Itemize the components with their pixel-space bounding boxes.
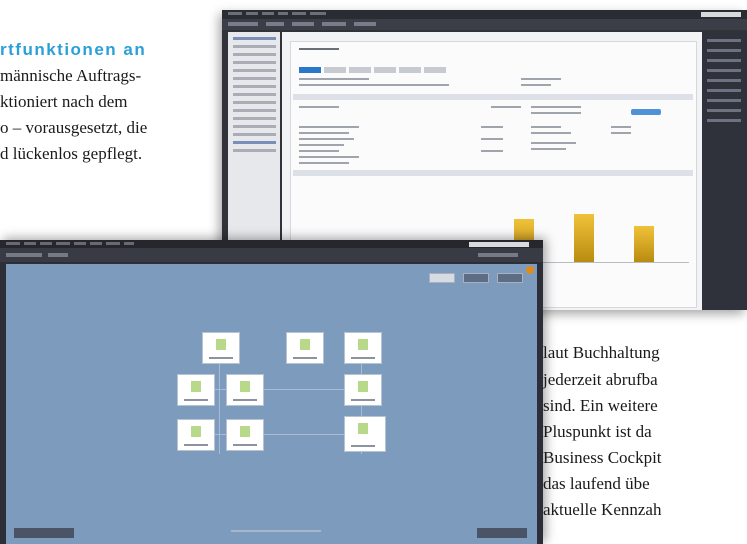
cockpit-screenshot: [0, 240, 543, 544]
view-button[interactable]: [463, 273, 489, 283]
cockpit-tile[interactable]: [177, 419, 215, 451]
search-input[interactable]: [701, 12, 741, 17]
menu-bar: [222, 10, 747, 19]
body-text-line: d lückenlos gepflegt.: [0, 144, 143, 163]
cockpit-tile[interactable]: [202, 332, 240, 364]
cockpit-tile[interactable]: [286, 332, 324, 364]
body-text-line: männische Auftrags-: [0, 66, 142, 85]
actions-sidebar: [702, 32, 747, 310]
report-tabs: [299, 60, 449, 73]
footer-note: [231, 530, 321, 532]
body-text-line: aktuelle Kennzah: [543, 500, 662, 519]
body-text-line: o – vorausgesetzt, die: [0, 118, 148, 137]
search-input[interactable]: [469, 242, 529, 247]
section-heading: rtfunktionen an: [0, 40, 147, 59]
notification-badge: [526, 266, 534, 274]
footer-button[interactable]: [14, 528, 74, 538]
body-text-line: sind. Ein weitere: [543, 396, 658, 415]
cockpit-tile[interactable]: [226, 419, 264, 451]
cockpit-tile[interactable]: [226, 374, 264, 406]
body-text-line: das laufend übe: [543, 474, 650, 493]
cockpit-tile[interactable]: [344, 332, 382, 364]
view-button[interactable]: [429, 273, 455, 283]
body-text-line: Business Cockpit: [543, 448, 662, 467]
cockpit-tile[interactable]: [344, 416, 386, 452]
section-bar: [293, 94, 693, 100]
body-text-line: laut Buchhaltung: [543, 343, 660, 362]
cockpit-tile[interactable]: [344, 374, 382, 406]
chart-bar: [634, 226, 654, 262]
toolbar: [222, 19, 747, 30]
cockpit-tile[interactable]: [177, 374, 215, 406]
toolbar: [0, 248, 543, 262]
body-text-line: Pluspunkt ist da: [543, 422, 652, 441]
cockpit-canvas: [6, 264, 537, 544]
section-bar: [293, 170, 693, 176]
body-text-line: jederzeit abrufba: [543, 370, 658, 389]
chart-bar: [574, 214, 594, 262]
menu-bar: [0, 240, 543, 248]
view-buttons: [425, 270, 523, 288]
view-button[interactable]: [497, 273, 523, 283]
footer-button[interactable]: [477, 528, 527, 538]
body-text-line: ktioniert nach dem: [0, 92, 128, 111]
action-button[interactable]: [631, 109, 661, 115]
